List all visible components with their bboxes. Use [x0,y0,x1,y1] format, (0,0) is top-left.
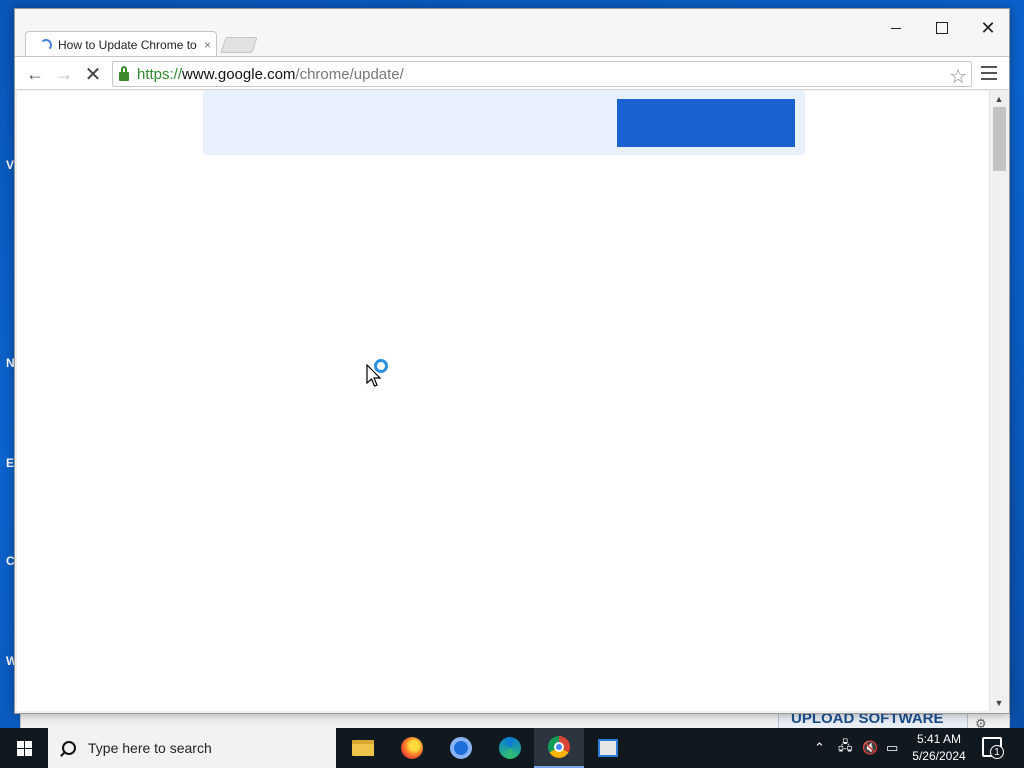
browser-window: How to Update Chrome to × ✕ ← → ✕ https:… [14,8,1010,714]
taskbar-tool[interactable] [583,728,633,768]
system-clock[interactable]: 5:41 AM 5/26/2024 [906,731,972,765]
tab-active[interactable]: How to Update Chrome to × [25,31,217,57]
lock-icon [119,65,129,81]
firefox-icon [401,737,423,759]
url-host: www.google.com [182,65,296,83]
taskbar-chrome[interactable] [534,728,584,768]
forward-button[interactable]: → [53,63,75,85]
scroll-up-arrow-icon[interactable]: ▲ [990,91,1008,107]
url-scheme: https:// [137,65,183,83]
banner-action-button[interactable] [617,99,795,147]
maximize-button[interactable] [919,13,965,43]
title-bar: How to Update Chrome to × ✕ [15,9,1009,57]
new-tab-button[interactable] [220,37,258,53]
chrome-icon [548,736,570,758]
update-banner [203,91,805,155]
browser-menu-button[interactable] [981,66,997,80]
taskbar: Type here to search ⌃ 🖧 🔇 ▭ 5:41 AM 5/26… [0,728,1024,768]
start-button[interactable] [0,728,48,768]
notification-badge: 1 [990,745,1004,759]
vertical-scrollbar[interactable]: ▲ ▼ [989,91,1007,711]
network-icon[interactable]: 🖧 [838,728,853,768]
edge-icon [499,737,521,759]
search-placeholder: Type here to search [88,740,212,756]
taskbar-firefox[interactable] [387,728,437,768]
tab-title: How to Update Chrome to [58,37,197,52]
taskbar-edge[interactable] [485,728,535,768]
loading-spinner-icon [40,38,52,51]
clock-date: 5/26/2024 [912,749,966,763]
scroll-down-arrow-icon[interactable]: ▼ [990,695,1008,711]
close-button[interactable]: ✕ [965,13,1011,43]
scrollbar-thumb[interactable] [993,107,1006,171]
address-bar[interactable]: https://www.google.com/chrome/update/ ☆ [112,61,972,89]
url-text: https://www.google.com/chrome/update/ [137,66,404,83]
close-icon: ✕ [980,18,996,38]
app-tool-icon [598,739,618,757]
folder-icon [352,740,374,756]
windows-logo-icon [16,740,32,756]
taskbar-chromium[interactable] [436,728,486,768]
taskbar-file-explorer[interactable] [338,728,388,768]
search-icon [62,741,76,755]
page-viewport [17,91,989,711]
busy-indicator-icon [374,359,388,373]
tablet-mode-icon[interactable]: ▭ [886,728,898,768]
taskbar-search-box[interactable]: Type here to search [48,728,336,768]
chromium-icon [450,737,472,759]
tab-close-icon[interactable]: × [204,38,211,52]
stop-loading-button[interactable]: ✕ [82,63,104,86]
desktop-icon-label-fragment: E [6,456,15,470]
tray-overflow-icon[interactable]: ⌃ [814,728,825,768]
browser-toolbar: ← → ✕ https://www.google.com/chrome/upda… [15,56,1009,90]
clock-time: 5:41 AM [916,732,962,746]
url-path: /chrome/update/ [295,65,404,83]
back-button[interactable]: ← [24,63,46,85]
volume-muted-icon[interactable]: 🔇 [862,728,878,768]
minimize-button[interactable] [873,13,919,43]
bookmark-star-icon[interactable]: ☆ [949,64,967,89]
desktop-icon-label-fragment: V [6,158,15,172]
